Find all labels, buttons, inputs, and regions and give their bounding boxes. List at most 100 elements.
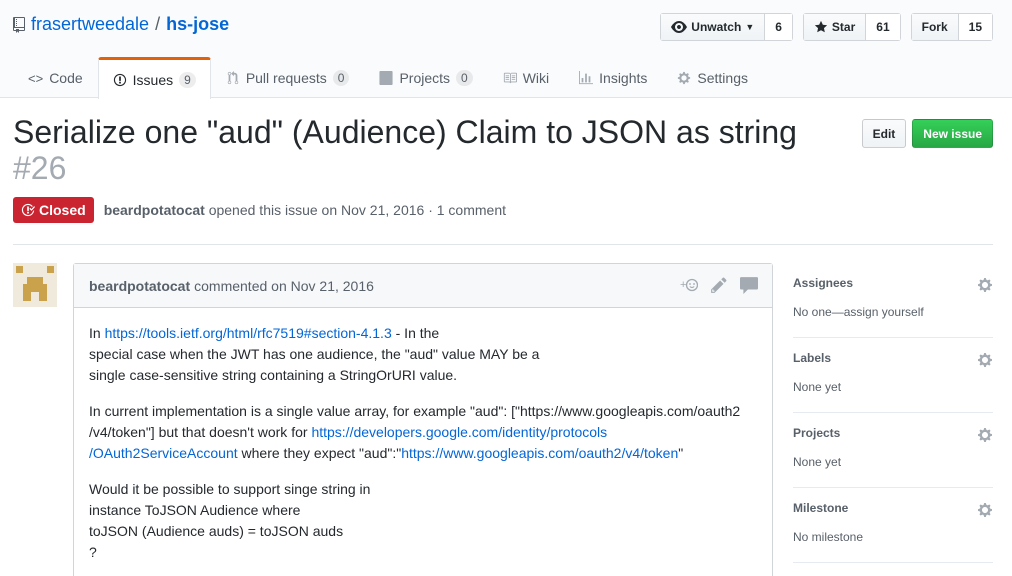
sidebar-labels: Labels None yet	[793, 338, 993, 413]
report-icon[interactable]	[740, 276, 758, 294]
repo-title: frasertweedale / hs-jose	[13, 14, 229, 35]
repo-header: frasertweedale / hs-jose Unwatch ▼ 6 Sta…	[0, 0, 1012, 99]
code-icon: <>	[28, 70, 44, 86]
tab-projects[interactable]: Projects 0	[364, 57, 487, 98]
watchers-count[interactable]: 6	[765, 14, 792, 40]
labels-heading: Labels	[793, 351, 832, 365]
fork-button[interactable]: Fork	[911, 14, 959, 40]
gear-icon[interactable]	[977, 277, 993, 293]
text: /v4/token"] but that doesn't work for	[89, 424, 312, 440]
unwatch-button[interactable]: Unwatch ▼	[661, 14, 766, 40]
pull-requests-counter: 0	[332, 70, 350, 86]
assignees-heading: Assignees	[793, 276, 854, 290]
comment-author-link[interactable]: beardpotatocat	[89, 278, 190, 294]
projects-value: None yet	[793, 455, 842, 469]
tab-wiki[interactable]: Wiki	[488, 57, 564, 98]
text: instance ToJSON Audience where	[89, 502, 301, 518]
text: toJSON (Audience auds) = toJSON auds	[89, 523, 344, 539]
repo-icon	[13, 16, 25, 33]
tab-code-label: Code	[49, 70, 83, 86]
fork-button-group: Fork 15	[910, 13, 993, 41]
milestone-value: No milestone	[793, 530, 864, 544]
star-label: Star	[831, 20, 856, 34]
pull-request-icon	[227, 71, 239, 85]
comment-header: beardpotatocat commented on Nov 21, 2016…	[74, 264, 772, 308]
fork-label: Fork	[921, 20, 948, 34]
comment-paragraph-3: Would it be possible to support singe st…	[89, 479, 757, 563]
sidebar-projects: Projects None yet	[793, 413, 993, 488]
issue-meta: Closed beardpotatocat opened this issue …	[13, 197, 506, 223]
repo-name-link[interactable]: hs-jose	[166, 14, 229, 35]
header-divider	[13, 244, 993, 245]
eye-icon	[671, 21, 688, 33]
graph-icon	[579, 71, 594, 85]
stars-count[interactable]: 61	[866, 14, 900, 40]
text: In current implementation is a single va…	[89, 403, 741, 419]
star-button-group: Star 61	[802, 13, 901, 41]
add-reaction-icon[interactable]: +	[680, 276, 698, 294]
forks-count[interactable]: 15	[958, 14, 992, 40]
tab-pull-requests[interactable]: Pull requests 0	[211, 57, 365, 98]
gear-icon[interactable]	[977, 502, 993, 518]
project-icon	[379, 71, 393, 85]
status-badge: Closed	[13, 197, 94, 223]
tab-wiki-label: Wiki	[522, 70, 550, 86]
text: In	[89, 325, 105, 341]
projects-heading: Projects	[793, 426, 841, 440]
text: special case when the JWT has one audien…	[89, 346, 540, 362]
tab-settings[interactable]: Settings	[662, 57, 763, 98]
tab-pull-requests-label: Pull requests	[245, 70, 327, 86]
issue-sidebar: Assignees No one—assign yourself Labels …	[793, 263, 993, 563]
new-issue-button[interactable]: New issue	[912, 119, 993, 148]
text: single case-sensitive string containing …	[89, 367, 458, 383]
issue-title: Serialize one "aud" (Audience) Claim to …	[13, 114, 833, 186]
repo-owner-link[interactable]: frasertweedale	[31, 14, 149, 35]
gear-icon[interactable]	[977, 427, 993, 443]
oauth-token-link[interactable]: https://www.googleapis.com/oauth2/v4/tok…	[401, 445, 678, 461]
unwatch-label: Unwatch	[691, 20, 742, 34]
projects-counter: 0	[456, 70, 473, 86]
avatar[interactable]	[13, 263, 57, 307]
svg-text:+: +	[680, 279, 686, 291]
labels-value: None yet	[793, 380, 842, 394]
repo-nav: <> Code Issues 9 Pull requests 0 Project…	[13, 57, 763, 99]
repo-separator: /	[155, 14, 161, 34]
tab-settings-label: Settings	[697, 70, 748, 86]
star-button[interactable]: Star	[803, 14, 867, 40]
issue-closed-icon	[21, 203, 35, 217]
sidebar-milestone: Milestone No milestone	[793, 488, 993, 563]
tab-issues[interactable]: Issues 9	[97, 57, 211, 99]
text: Would it be possible to support singe st…	[89, 481, 371, 497]
comment-body: In https://tools.ietf.org/html/rfc7519#s…	[74, 308, 772, 576]
comment-paragraph-2: In current implementation is a single va…	[89, 401, 757, 464]
google-docs-link-cont[interactable]: /OAuth2ServiceAccount	[89, 445, 238, 461]
repo-actions: Unwatch ▼ 6 Star 61 Fork 15	[660, 13, 993, 41]
comment-tools: +	[680, 276, 758, 294]
issue-title-text: Serialize one "aud" (Audience) Claim to …	[13, 114, 797, 150]
assignees-value[interactable]: No one—assign yourself	[793, 305, 924, 319]
pencil-icon[interactable]	[710, 276, 728, 294]
issue-opened-icon	[113, 73, 126, 86]
issue-author-link[interactable]: beardpotatocat	[104, 202, 205, 218]
comment-paragraph-1: In https://tools.ietf.org/html/rfc7519#s…	[89, 323, 757, 386]
comment-timestamp[interactable]: commented on Nov 21, 2016	[194, 278, 374, 294]
comment: beardpotatocat commented on Nov 21, 2016…	[73, 263, 773, 576]
gear-icon[interactable]	[977, 352, 993, 368]
issue-opened-text: opened this issue on Nov 21, 2016 · 1 co…	[208, 202, 506, 218]
edit-button[interactable]: Edit	[861, 119, 907, 148]
google-docs-link[interactable]: https://developers.google.com/identity/p…	[311, 424, 607, 440]
issues-counter: 9	[179, 71, 196, 88]
star-icon	[814, 20, 828, 33]
tab-insights-label: Insights	[599, 70, 648, 86]
issue-number: #26	[13, 150, 67, 186]
tab-insights[interactable]: Insights	[564, 57, 662, 98]
book-icon	[503, 72, 517, 84]
gear-icon	[678, 71, 691, 85]
text: - In the	[391, 325, 440, 341]
tab-code[interactable]: <> Code	[13, 57, 98, 98]
text: where they expect "aud":"	[237, 445, 402, 461]
chevron-down-icon: ▼	[745, 22, 755, 32]
rfc-link[interactable]: https://tools.ietf.org/html/rfc7519#sect…	[105, 325, 392, 341]
text: "	[678, 445, 684, 461]
tab-issues-label: Issues	[132, 71, 174, 88]
